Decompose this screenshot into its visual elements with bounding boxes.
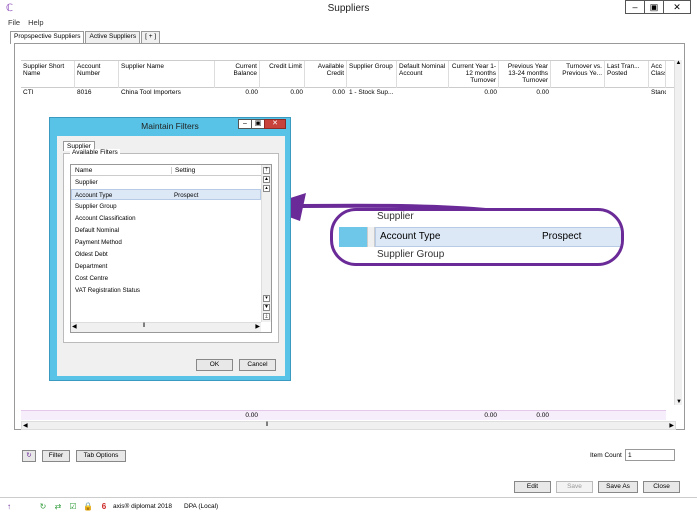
- zoom-selected-row: Account Type Prospect: [375, 227, 621, 247]
- filters-horizontal-scrollbar[interactable]: ◀ ‖ ▶: [71, 322, 261, 332]
- ok-button[interactable]: OK: [196, 359, 233, 371]
- filter-name: Oldest Debt: [75, 251, 108, 258]
- filter-name: Account Classification: [75, 215, 136, 222]
- filter-row-supplier[interactable]: Supplier: [71, 177, 261, 188]
- move-top-icon[interactable]: ⤒: [263, 167, 270, 174]
- scroll-down-icon[interactable]: ▾: [263, 295, 270, 302]
- move-bottom-icon[interactable]: ⤓: [263, 313, 270, 320]
- filter-name: Department: [75, 263, 108, 270]
- filters-vertical-scrollbar[interactable]: ⤒ ▲ ▴ ▾ ▼ ⤓: [261, 165, 271, 322]
- move-down-icon[interactable]: ▼: [263, 304, 270, 311]
- dialog-close-button[interactable]: ✕: [264, 119, 286, 129]
- filter-row-account-type[interactable]: Account Type Prospect: [71, 189, 261, 200]
- filter-row-account-classification[interactable]: Account Classification: [71, 213, 261, 224]
- filter-row-payment-method[interactable]: Payment Method: [71, 237, 261, 248]
- scroll-left-icon[interactable]: ◀: [72, 323, 77, 330]
- filter-name: Account Type: [75, 192, 113, 199]
- filter-row-department[interactable]: Department: [71, 261, 261, 272]
- filter-row-cost-centre[interactable]: Cost Centre: [71, 273, 261, 284]
- filter-name: Payment Method: [75, 239, 122, 246]
- zoom-filter-setting: Prospect: [542, 231, 582, 242]
- filter-name: VAT Registration Status: [75, 287, 140, 294]
- zoom-row-below: Supplier Group: [377, 249, 445, 260]
- filters-list-header: Name Setting: [71, 165, 261, 176]
- maintain-filters-dialog: Maintain Filters ‒ ▣ ✕ Supplier Availabl…: [49, 117, 291, 381]
- header-name: Name: [75, 167, 93, 174]
- available-filters-group: Available Filters Name Setting Supplier …: [63, 149, 279, 343]
- cancel-button[interactable]: Cancel: [239, 359, 276, 371]
- move-up-icon[interactable]: ▲: [263, 176, 270, 183]
- zoom-list-border: [367, 227, 375, 247]
- filters-list: Name Setting Supplier Account Type Prospe…: [70, 164, 272, 333]
- filter-row-oldest-debt[interactable]: Oldest Debt: [71, 249, 261, 260]
- filter-name: Default Nominal: [75, 227, 120, 234]
- zoom-filter-name: Account Type: [380, 231, 441, 242]
- filter-name: Supplier Group: [75, 203, 117, 210]
- scroll-right-icon[interactable]: ▶: [255, 323, 260, 330]
- filter-name: Cost Centre: [75, 275, 109, 282]
- filter-row-default-nominal[interactable]: Default Nominal: [71, 225, 261, 236]
- dialog-minimize-button[interactable]: ‒: [238, 119, 252, 129]
- zoom-row-above: Supplier: [377, 211, 414, 222]
- dialog-maximize-button[interactable]: ▣: [251, 119, 265, 129]
- filter-row-supplier-group[interactable]: Supplier Group: [71, 201, 261, 212]
- zoom-callout: Supplier Account Type Prospect Supplier …: [330, 208, 624, 266]
- available-filters-legend: Available Filters: [70, 149, 120, 156]
- header-setting: Setting: [171, 167, 195, 174]
- filter-name: Supplier: [75, 179, 98, 186]
- filter-setting: Prospect: [174, 192, 199, 199]
- scroll-thumb[interactable]: ‖: [143, 323, 145, 329]
- filter-row-vat-registration-status[interactable]: VAT Registration Status: [71, 285, 261, 296]
- dialog-body: Supplier Available Filters Name Setting …: [57, 136, 285, 376]
- zoom-dialog-frame: [339, 227, 367, 247]
- scroll-up-icon[interactable]: ▴: [263, 185, 270, 192]
